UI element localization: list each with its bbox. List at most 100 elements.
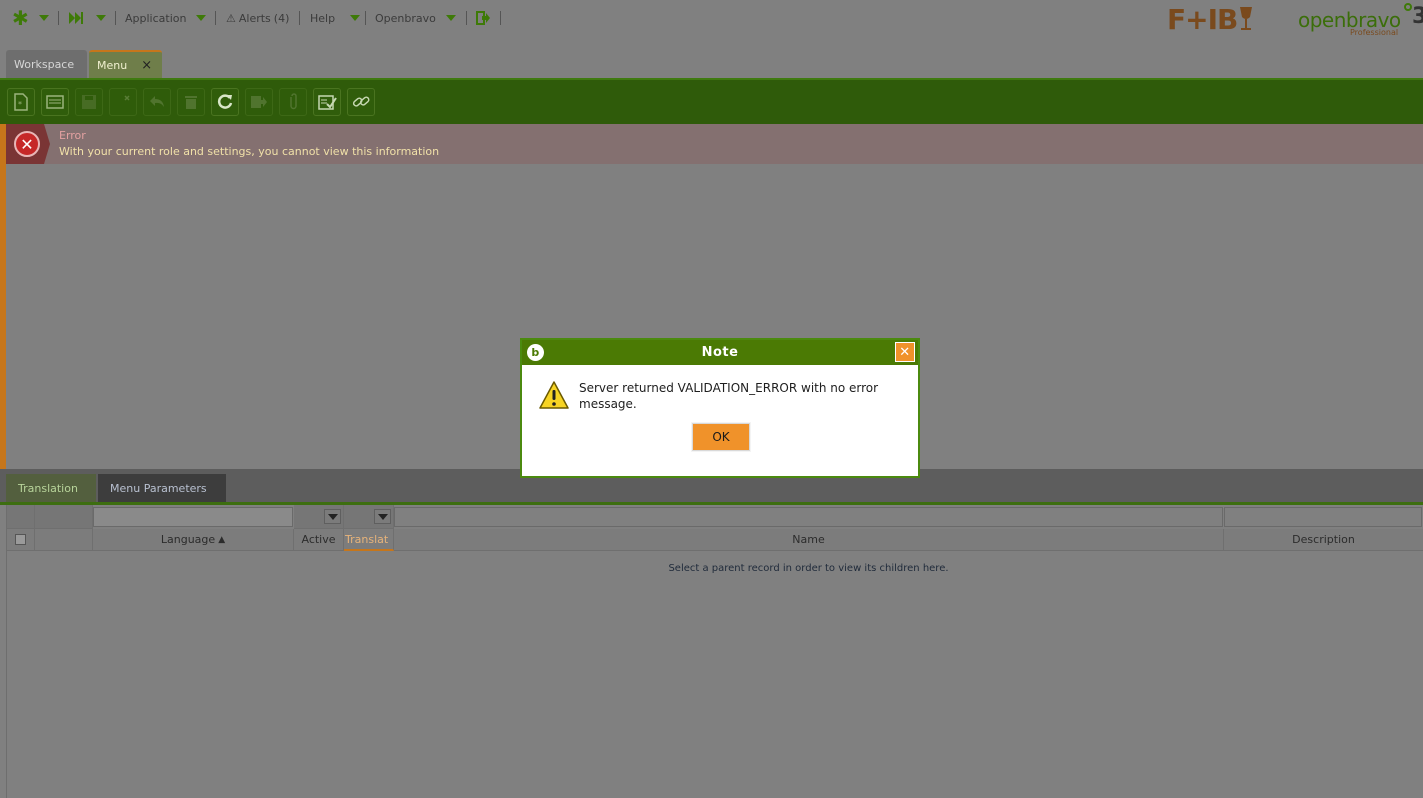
dialog-message: Server returned VALIDATION_ERROR with no… — [579, 381, 879, 411]
column-header-active-label: Active — [301, 533, 336, 546]
dialog-title: Note — [701, 345, 739, 360]
ok-button-label: OK — [712, 430, 730, 444]
column-header-description[interactable]: Description — [1224, 529, 1423, 551]
name-filter-input[interactable] — [394, 507, 1223, 527]
help-menu[interactable]: Help — [310, 8, 361, 28]
openbravo-logo: openbravo Professional 3 — [1298, 3, 1423, 40]
grid-empty-message: Select a parent record in order to view … — [668, 563, 949, 574]
filter-row-spacer — [7, 505, 35, 529]
fb-logo: F+IB — [1167, 2, 1253, 36]
application-menu[interactable]: Application — [125, 8, 207, 28]
description-filter-input[interactable] — [1224, 507, 1422, 527]
logout-button[interactable] — [476, 8, 491, 28]
active-filter-dropdown[interactable] — [324, 509, 341, 524]
nav-divider — [215, 11, 216, 25]
dialog-close-button[interactable]: ✕ — [895, 342, 915, 362]
language-filter-input[interactable] — [93, 507, 293, 527]
nav-divider — [365, 11, 366, 25]
column-header-description-label: Description — [1292, 533, 1355, 546]
dialog-title-bar[interactable]: b Note ✕ — [522, 340, 918, 365]
refresh-button[interactable] — [211, 88, 239, 116]
attachment-button[interactable] — [279, 88, 307, 116]
form-toolbar: * — [0, 78, 1423, 124]
save-icon — [82, 95, 96, 109]
wine-glass-icon — [1240, 7, 1253, 30]
quick-launch-button[interactable]: ✱ — [12, 8, 29, 28]
delete-button[interactable] — [177, 88, 205, 116]
tab-menu-parameters[interactable]: Menu Parameters — [98, 474, 226, 502]
chevron-down-icon — [96, 15, 106, 21]
logo-dot — [1404, 3, 1412, 11]
chevron-down-icon — [350, 15, 361, 21]
column-header-translated[interactable]: Translat — [344, 529, 394, 551]
form-icon — [46, 95, 64, 109]
note-dialog: b Note ✕ Server returned VALIDATION_ERRO… — [520, 338, 920, 478]
version-label: 3 — [1412, 4, 1423, 29]
column-header-name-label: Name — [792, 533, 825, 546]
child-grid: Language ▲ Active Translat Name Descript… — [6, 505, 1423, 798]
logout-icon — [476, 11, 490, 25]
delete-rows-button[interactable] — [109, 88, 137, 116]
nav-divider — [58, 11, 59, 25]
sort-ascending-icon: ▲ — [218, 534, 226, 545]
tab-menu-label: Menu — [97, 58, 128, 72]
tab-translation[interactable]: Translation — [6, 474, 96, 502]
new-row-button[interactable] — [41, 88, 69, 116]
openbravo-icon: b — [527, 344, 544, 361]
paperclip-icon — [290, 93, 297, 110]
save-button[interactable] — [75, 88, 103, 116]
undo-button[interactable] — [143, 88, 171, 116]
row-actions-header — [35, 529, 93, 551]
nav-divider — [466, 11, 467, 25]
translated-filter[interactable] — [344, 505, 394, 529]
chevron-down-icon — [327, 513, 338, 520]
ok-button[interactable]: OK — [692, 423, 750, 451]
goto-dropdown[interactable] — [96, 8, 106, 28]
top-navigation-bar: ✱ Application ⚠ Alerts (4) Help Openbrav… — [0, 0, 1423, 40]
error-message: With your current role and settings, you… — [59, 145, 440, 158]
quick-launch-dropdown[interactable] — [39, 8, 49, 28]
svg-text:*: * — [18, 100, 22, 109]
column-header-language-label: Language — [160, 533, 216, 546]
tab-menu-parameters-label: Menu Parameters — [110, 481, 207, 495]
close-icon[interactable]: × — [141, 58, 152, 73]
audit-trail-button[interactable] — [313, 88, 341, 116]
column-header-translated-label: Translat — [345, 532, 389, 546]
active-filter[interactable] — [294, 505, 344, 529]
new-document-icon: * — [14, 93, 28, 111]
error-message-bar: ✕ Error With your current role and setti… — [6, 124, 1423, 164]
error-icon: ✕ — [14, 131, 40, 157]
nav-divider — [299, 11, 300, 25]
nav-divider — [115, 11, 116, 25]
export-button[interactable] — [245, 88, 273, 116]
application-menu-label: Application — [125, 11, 187, 25]
chevron-down-icon — [445, 15, 456, 21]
column-header-language[interactable]: Language ▲ — [93, 529, 294, 551]
main-tab-bar: Workspace Menu × — [0, 46, 1423, 78]
filter-row-spacer — [35, 505, 93, 529]
tab-workspace[interactable]: Workspace — [6, 50, 87, 78]
alerts-label: Alerts — [238, 11, 271, 25]
tab-workspace-label: Workspace — [14, 57, 75, 71]
link-icon — [352, 96, 370, 107]
edition-label: Professional — [1350, 28, 1399, 37]
column-header-active[interactable]: Active — [294, 529, 344, 551]
close-icon: ✕ — [899, 344, 911, 360]
help-menu-label: Help — [310, 11, 336, 25]
chevron-down-icon — [377, 513, 388, 520]
trash-icon — [185, 96, 197, 109]
asterisk-icon: ✱ — [12, 6, 29, 30]
select-all-checkbox[interactable] — [15, 534, 26, 545]
fb-logo-text: F+IB — [1167, 2, 1238, 36]
alerts-count: (4) — [273, 11, 290, 25]
goto-button[interactable] — [68, 8, 84, 28]
new-document-button[interactable]: * — [7, 88, 35, 116]
column-header-name[interactable]: Name — [394, 529, 1224, 551]
link-button[interactable] — [347, 88, 375, 116]
alerts-link[interactable]: ⚠ Alerts (4) — [226, 8, 289, 28]
openbravo-menu[interactable]: Openbravo — [375, 8, 456, 28]
undo-icon — [150, 96, 164, 107]
translated-filter-dropdown[interactable] — [374, 509, 391, 524]
refresh-icon — [217, 94, 233, 109]
tab-menu[interactable]: Menu × — [89, 50, 162, 78]
